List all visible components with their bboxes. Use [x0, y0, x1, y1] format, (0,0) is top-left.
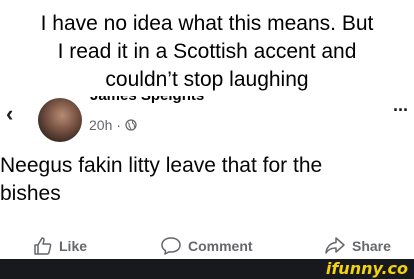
- more-options-button[interactable]: ···: [393, 101, 409, 119]
- share-button[interactable]: Share: [324, 233, 391, 259]
- meme-caption: I have no idea what this means. But I re…: [0, 10, 414, 94]
- post-text-line-2: bishes: [0, 182, 61, 205]
- ifunny-logo: ifunny.co: [325, 259, 408, 278]
- comment-label: Comment: [188, 238, 253, 254]
- share-arrow-icon: [325, 237, 345, 254]
- meta-separator: ·: [116, 117, 122, 133]
- post-time[interactable]: 20h: [89, 117, 112, 133]
- post-text: Neegus fakin litty leave that for the bi…: [0, 152, 414, 208]
- caption-line-3: couldn’t stop laughing: [105, 68, 309, 91]
- action-bar: Like Comment Share: [0, 233, 414, 259]
- post-text-line-1: Neegus fakin litty leave that for the: [0, 154, 323, 177]
- caption-line-1: I have no idea what this means. But: [40, 12, 374, 35]
- speech-bubble-icon: [161, 237, 181, 255]
- like-label: Like: [59, 238, 88, 254]
- watermark-bar: ifunny.co: [0, 259, 414, 279]
- like-button[interactable]: Like: [33, 233, 87, 259]
- avatar[interactable]: [38, 98, 82, 142]
- share-label: Share: [352, 238, 391, 254]
- author-name[interactable]: James Speights: [90, 96, 204, 104]
- comment-button[interactable]: Comment: [160, 233, 253, 259]
- back-button[interactable]: ‹: [6, 103, 20, 125]
- globe-icon: [125, 119, 137, 131]
- caption-line-2: I read it in a Scottish accent and: [57, 40, 357, 63]
- author-name-clip: James Speights: [90, 96, 240, 105]
- post-meta: 20h ·: [89, 117, 137, 133]
- post-header: ‹ James Speights 20h · ···: [0, 96, 414, 146]
- thumbs-up-icon: [34, 237, 52, 255]
